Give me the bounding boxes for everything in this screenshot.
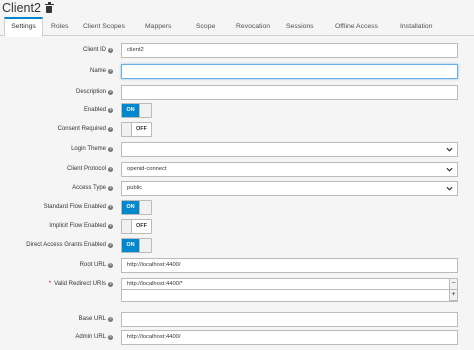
name-row: Name? bbox=[0, 64, 474, 79]
description-label: Description bbox=[75, 89, 106, 95]
login-theme-select[interactable] bbox=[121, 142, 458, 157]
trash-icon[interactable] bbox=[44, 2, 54, 13]
toggle-state: ON bbox=[122, 104, 139, 117]
help-icon[interactable]: ? bbox=[108, 108, 113, 113]
page-title: Client2 bbox=[2, 1, 41, 15]
standard-flow-toggle[interactable]: ON bbox=[121, 200, 152, 215]
required-marker: * bbox=[48, 281, 52, 287]
access-type-select[interactable]: public bbox=[121, 181, 458, 196]
login-theme-label: Login Theme bbox=[71, 146, 106, 152]
redirect-uris-label: Valid Redirect URIs bbox=[54, 281, 106, 287]
direct-access-row: Direct Access Grants Enabled? ON bbox=[0, 238, 474, 253]
description-field[interactable] bbox=[121, 85, 458, 100]
root-url-label: Root URL bbox=[79, 262, 106, 268]
consent-required-row: Consent Required? OFF bbox=[0, 122, 474, 137]
standard-flow-label: Standard Flow Enabled bbox=[43, 204, 106, 210]
implicit-flow-label: Implicit Flow Enabled bbox=[49, 223, 106, 229]
root-url-row: Root URL? http://localhost:4400/ bbox=[0, 258, 474, 273]
chevron-down-icon bbox=[446, 167, 453, 172]
access-type-label: Access Type bbox=[72, 185, 106, 191]
access-type-row: Access Type? public bbox=[0, 181, 474, 196]
redirect-uri-input[interactable]: http://localhost:4400/* − bbox=[121, 278, 458, 290]
page-header: Client2 bbox=[2, 0, 54, 16]
admin-url-label: Admin URL bbox=[75, 334, 106, 340]
base-url-row: Base URL? bbox=[0, 312, 474, 327]
help-icon[interactable]: ? bbox=[108, 224, 113, 229]
description-row: Description? bbox=[0, 85, 474, 100]
tab-revocation[interactable]: Revocation bbox=[236, 17, 270, 36]
client-protocol-label: Client Protocol bbox=[66, 166, 106, 172]
chevron-down-icon bbox=[446, 186, 453, 191]
tab-roles[interactable]: Roles bbox=[51, 17, 68, 36]
chevron-down-icon bbox=[446, 147, 453, 152]
base-url-label: Base URL bbox=[78, 316, 106, 322]
tab-scope[interactable]: Scope bbox=[196, 17, 215, 36]
settings-form: Client ID? client2 Name? Description? En… bbox=[0, 36, 474, 350]
implicit-flow-row: Implicit Flow Enabled? OFF bbox=[0, 219, 474, 234]
client-protocol-row: Client Protocol? openid-connect bbox=[0, 162, 474, 177]
tab-installation[interactable]: Installation bbox=[400, 17, 433, 36]
toggle-state: OFF bbox=[136, 126, 147, 132]
help-icon[interactable]: ? bbox=[108, 147, 113, 152]
help-icon[interactable]: ? bbox=[108, 317, 113, 322]
tab-sessions[interactable]: Sessions bbox=[286, 17, 314, 36]
enabled-label: Enabled bbox=[83, 107, 106, 113]
client-id-row: Client ID? client2 bbox=[0, 43, 474, 58]
consent-required-toggle[interactable]: OFF bbox=[121, 122, 152, 137]
toggle-state: OFF bbox=[136, 223, 147, 229]
client-protocol-select[interactable]: openid-connect bbox=[121, 162, 458, 177]
help-icon[interactable]: ? bbox=[108, 90, 113, 95]
help-icon[interactable]: ? bbox=[108, 243, 113, 248]
standard-flow-row: Standard Flow Enabled? ON bbox=[0, 200, 474, 215]
root-url-field[interactable]: http://localhost:4400/ bbox=[121, 258, 458, 273]
help-icon[interactable]: ? bbox=[108, 263, 113, 268]
help-icon[interactable]: ? bbox=[108, 335, 113, 340]
client-id-field[interactable]: client2 bbox=[121, 43, 458, 58]
admin-url-row: Admin URL? http://localhost:4400/ bbox=[0, 330, 474, 345]
client-id-label: Client ID bbox=[82, 47, 106, 53]
direct-access-label: Direct Access Grants Enabled bbox=[26, 242, 106, 248]
login-theme-row: Login Theme? bbox=[0, 142, 474, 157]
redirect-uris-row: * Valid Redirect URIs? http://localhost:4… bbox=[0, 278, 474, 302]
help-icon[interactable]: ? bbox=[108, 127, 113, 132]
consent-required-label: Consent Required bbox=[57, 126, 106, 132]
enabled-row: Enabled? ON bbox=[0, 103, 474, 118]
redirect-uris-list: http://localhost:4400/* − + bbox=[121, 278, 458, 302]
help-icon[interactable]: ? bbox=[108, 205, 113, 210]
help-icon[interactable]: ? bbox=[108, 167, 113, 172]
add-uri-button[interactable]: + bbox=[449, 289, 458, 301]
help-icon[interactable]: ? bbox=[108, 48, 113, 53]
direct-access-toggle[interactable]: ON bbox=[121, 238, 152, 253]
access-type-value: public bbox=[127, 185, 143, 191]
redirect-uri-input[interactable]: + bbox=[121, 289, 458, 302]
enabled-toggle[interactable]: ON bbox=[121, 103, 152, 118]
tab-mappers[interactable]: Mappers bbox=[145, 17, 171, 36]
name-label: Name bbox=[89, 68, 106, 74]
help-icon[interactable]: ? bbox=[108, 281, 113, 287]
tab-settings[interactable]: Settings bbox=[4, 17, 43, 37]
help-icon[interactable]: ? bbox=[108, 69, 113, 74]
client-protocol-value: openid-connect bbox=[127, 166, 167, 172]
help-icon[interactable]: ? bbox=[108, 186, 113, 191]
admin-url-field[interactable]: http://localhost:4400/ bbox=[121, 330, 458, 345]
name-field[interactable] bbox=[121, 64, 458, 79]
implicit-flow-toggle[interactable]: OFF bbox=[121, 219, 152, 234]
toggle-state: ON bbox=[122, 201, 139, 214]
tab-client-scopes[interactable]: Client Scopes bbox=[83, 17, 125, 36]
base-url-field[interactable] bbox=[121, 312, 458, 327]
tab-offline-access[interactable]: Offline Access bbox=[335, 17, 378, 36]
tab-bar: Settings Roles Client Scopes Mappers Sco… bbox=[0, 17, 474, 37]
toggle-state: ON bbox=[122, 239, 139, 252]
